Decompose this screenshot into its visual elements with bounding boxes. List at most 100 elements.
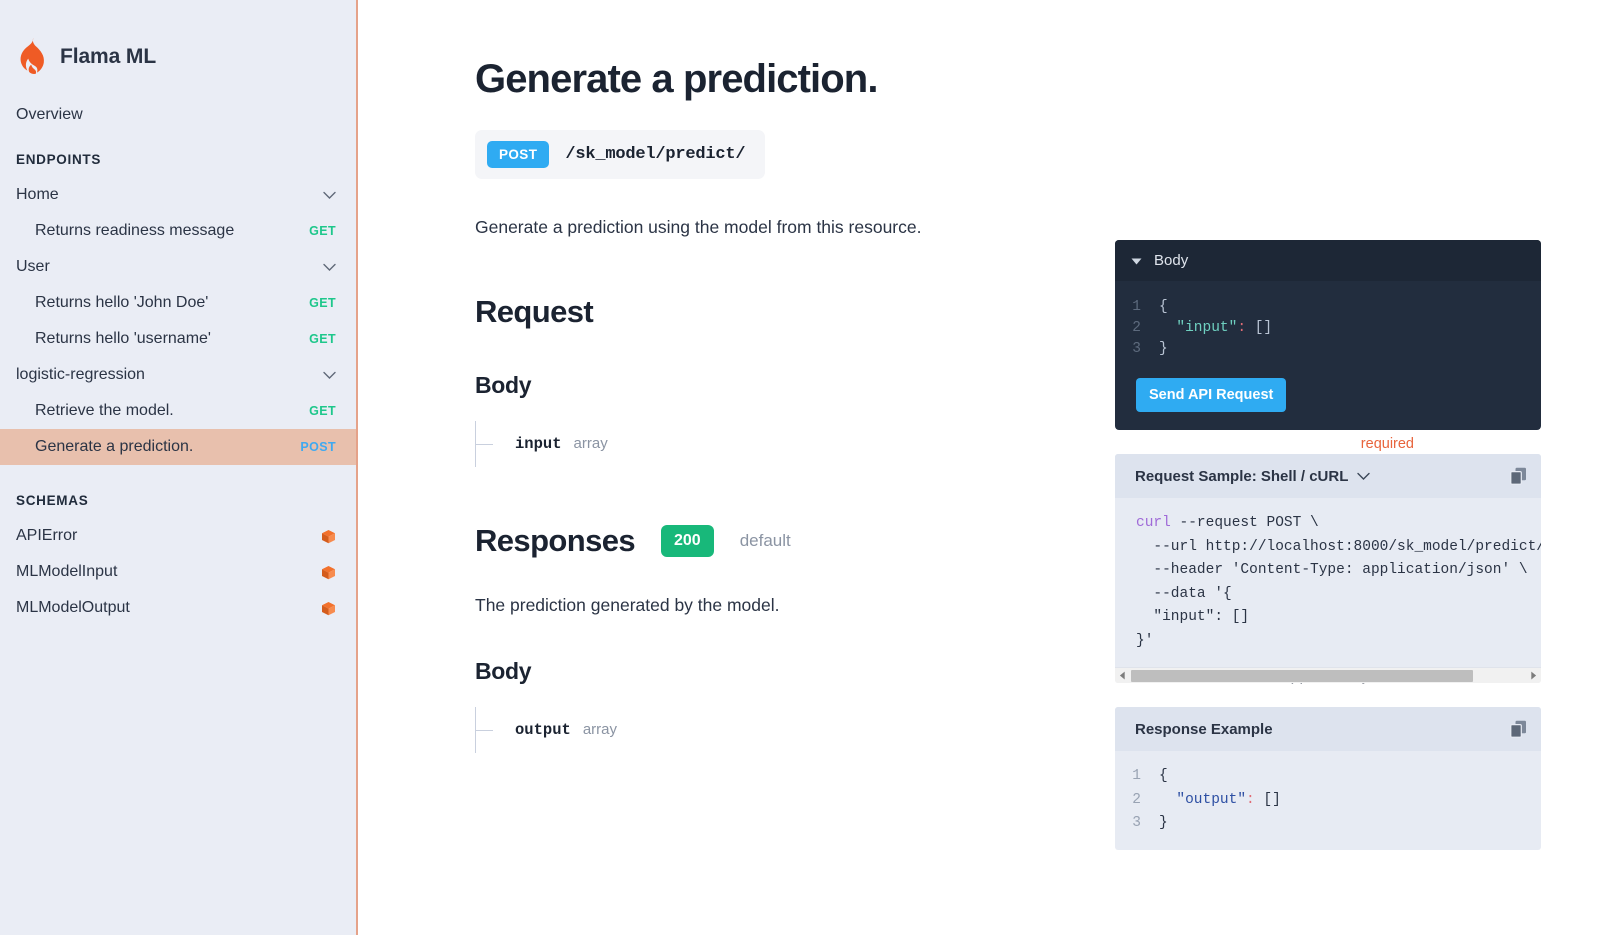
cube-icon (322, 529, 335, 543)
endpoint-label: Retrieve the model. (35, 402, 174, 419)
line-number: 2 (1132, 791, 1141, 808)
try-it-body-panel: Body 1 { 2 "input": [] 3 } Send API Requ… (1115, 240, 1541, 430)
chevron-down-icon (323, 371, 336, 379)
code-line: --url http://localhost:8000/sk_model/pre… (1115, 536, 1541, 560)
status-badge[interactable]: 200 (661, 525, 714, 557)
code-line: curl --request POST \ (1115, 512, 1541, 536)
code-text: "input": [] (1136, 609, 1250, 625)
heading-label: Responses (475, 523, 636, 558)
code-text: { (1159, 299, 1168, 315)
property-type: array (573, 435, 608, 452)
code-text: } (1159, 815, 1168, 831)
json-value: [] (1254, 791, 1281, 808)
endpoint-verb: GET (309, 404, 336, 418)
status-default-label[interactable]: default (740, 531, 791, 551)
request-sample-code[interactable]: curl --request POST \ --url http://local… (1115, 498, 1541, 667)
panel-title: Body (1154, 252, 1189, 269)
endpoint-description: Generate a prediction using the model fr… (475, 217, 922, 237)
heading-label: Request (475, 294, 594, 329)
endpoint-verb: GET (309, 224, 336, 238)
sidebar-schema-mlmodelinput[interactable]: MLModelInput (0, 554, 356, 590)
cube-icon (322, 565, 335, 579)
code-text: { (1159, 768, 1168, 784)
endpoint-path-pill: POST /sk_model/predict/ (475, 130, 766, 179)
curl-keyword: curl (1136, 515, 1171, 531)
horizontal-scrollbar[interactable] (1115, 667, 1541, 683)
sidebar-item-returns-hello-john-doe[interactable]: Returns hello 'John Doe' GET (0, 285, 356, 321)
code-line: "input": [] (1115, 606, 1541, 630)
sidebar-item-returns-readiness-message[interactable]: Returns readiness message GET (0, 213, 356, 249)
line-number: 3 (1132, 341, 1141, 357)
sidebar-section-schemas: SCHEMAS (0, 465, 356, 518)
line-number: 1 (1132, 768, 1141, 784)
method-badge: POST (487, 141, 550, 168)
sidebar: Flama ML Overview ENDPOINTS Home Returns… (0, 0, 358, 935)
response-example-panel: Response Example 1 { 2 "output": [] 3} (1115, 707, 1541, 850)
sidebar-group-logistic-regression[interactable]: logistic-regression (0, 357, 356, 393)
app-root: Flama ML Overview ENDPOINTS Home Returns… (0, 0, 1616, 935)
sidebar-group-home[interactable]: Home (0, 177, 356, 213)
chevron-down-icon (1357, 472, 1371, 480)
panel-title: Request Sample: Shell / cURL (1135, 467, 1349, 485)
main-content: Generate a prediction. POST /sk_model/pr… (358, 0, 1616, 935)
json-colon: : (1246, 791, 1255, 808)
section-label: ENDPOINTS (16, 152, 102, 167)
code-line: 3 } (1115, 812, 1541, 836)
code-line: 1 { (1115, 765, 1541, 789)
brand[interactable]: Flama ML (0, 0, 356, 84)
flame-icon (20, 38, 44, 74)
group-label: logistic-regression (16, 366, 145, 383)
line-number: 3 (1132, 815, 1141, 831)
try-it-body-code[interactable]: 1 { 2 "input": [] 3 } (1115, 281, 1541, 364)
panel-title: Response Example (1135, 720, 1273, 738)
sidebar-section-endpoints: ENDPOINTS (0, 134, 356, 177)
sidebar-item-retrieve-the-model[interactable]: Retrieve the model. GET (0, 393, 356, 429)
right-rail: Body 1 { 2 "input": [] 3 } Send API Requ… (1115, 240, 1555, 874)
property-info: output array (515, 721, 617, 739)
endpoint-path: /sk_model/predict/ (565, 145, 746, 164)
endpoint-verb: GET (309, 296, 336, 310)
code-line: 2 "output": [] (1115, 789, 1541, 813)
line-number: 1 (1132, 299, 1141, 315)
request-sample-selector[interactable]: Request Sample: Shell / cURL (1135, 467, 1371, 485)
property-name: input (515, 435, 562, 453)
endpoint-label: Returns hello 'username' (35, 330, 211, 347)
code-text: --header 'Content-Type: application/json… (1136, 562, 1528, 578)
sidebar-group-user[interactable]: User (0, 249, 356, 285)
code-text: "output": [] (1159, 789, 1281, 813)
property-type: array (582, 721, 617, 738)
chevron-down-icon (323, 263, 336, 271)
arrow-right-icon[interactable] (1526, 667, 1541, 683)
sidebar-item-label: Overview (16, 106, 83, 123)
code-line: 1 { (1115, 297, 1541, 318)
try-it-body-header[interactable]: Body (1115, 240, 1541, 281)
cube-icon (322, 601, 335, 615)
triangle-down-icon (1131, 258, 1142, 264)
copy-icon[interactable] (1510, 467, 1527, 485)
request-sample-header: Request Sample: Shell / cURL (1115, 454, 1541, 498)
schema-label: APIError (16, 527, 78, 544)
section-label: SCHEMAS (16, 493, 89, 508)
scrollbar-track[interactable] (1130, 667, 1526, 683)
arrow-left-icon[interactable] (1115, 667, 1130, 683)
endpoint-verb: POST (300, 440, 336, 454)
sidebar-schema-mlmodeloutput[interactable]: MLModelOutput (0, 590, 356, 626)
code-text: --url http://localhost:8000/sk_model/pre… (1136, 538, 1541, 555)
scrollbar-thumb[interactable] (1131, 669, 1473, 682)
endpoint-label: Returns hello 'John Doe' (35, 294, 209, 311)
send-api-request-button[interactable]: Send API Request (1136, 378, 1287, 412)
json-colon: : (1237, 320, 1247, 336)
response-example-code[interactable]: 1 { 2 "output": [] 3 } (1115, 751, 1541, 850)
copy-icon[interactable] (1510, 720, 1527, 738)
sidebar-schema-apierror[interactable]: APIError (0, 518, 356, 554)
response-example-title-wrap: Response Example (1135, 721, 1273, 738)
sidebar-item-generate-a-prediction[interactable]: Generate a prediction. POST (0, 429, 356, 465)
sidebar-item-overview[interactable]: Overview (0, 84, 356, 134)
sidebar-item-returns-hello-username[interactable]: Returns hello 'username' GET (0, 321, 356, 357)
schema-label: MLModelInput (16, 563, 118, 580)
code-rest: --request POST \ (1170, 515, 1319, 531)
code-line: --header 'Content-Type: application/json… (1115, 559, 1541, 583)
line-number: 2 (1132, 320, 1141, 336)
